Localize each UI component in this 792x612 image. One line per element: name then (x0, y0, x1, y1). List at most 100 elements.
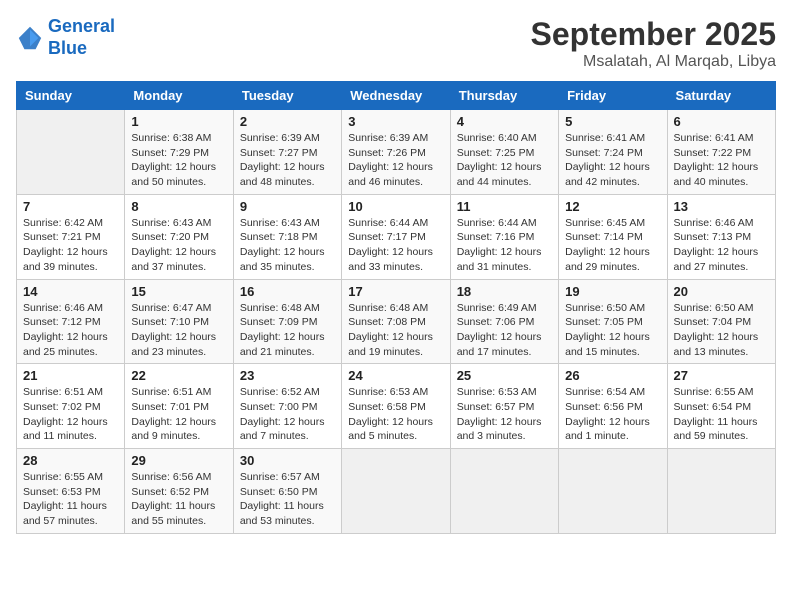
day-info: Sunrise: 6:50 AMSunset: 7:05 PMDaylight:… (565, 301, 660, 360)
day-number: 14 (23, 284, 118, 299)
day-cell: 30 Sunrise: 6:57 AMSunset: 6:50 PMDayligh… (233, 449, 341, 534)
day-number: 3 (348, 114, 443, 129)
day-cell: 5 Sunrise: 6:41 AMSunset: 7:24 PMDaylight… (559, 110, 667, 195)
day-info: Sunrise: 6:53 AMSunset: 6:57 PMDaylight:… (457, 385, 552, 444)
day-number: 29 (131, 453, 226, 468)
location: Msalatah, Al Marqab, Libya (531, 53, 776, 71)
day-info: Sunrise: 6:49 AMSunset: 7:06 PMDaylight:… (457, 301, 552, 360)
day-number: 7 (23, 199, 118, 214)
week-row-2: 7 Sunrise: 6:42 AMSunset: 7:21 PMDaylight… (17, 194, 776, 279)
week-row-1: 1 Sunrise: 6:38 AMSunset: 7:29 PMDaylight… (17, 110, 776, 195)
day-number: 8 (131, 199, 226, 214)
day-cell: 27 Sunrise: 6:55 AMSunset: 6:54 PMDayligh… (667, 364, 775, 449)
logo-text: General Blue (48, 16, 115, 59)
day-number: 23 (240, 368, 335, 383)
day-cell: 15 Sunrise: 6:47 AMSunset: 7:10 PMDayligh… (125, 279, 233, 364)
day-number: 5 (565, 114, 660, 129)
day-info: Sunrise: 6:53 AMSunset: 6:58 PMDaylight:… (348, 385, 443, 444)
header-cell-friday: Friday (559, 82, 667, 110)
day-info: Sunrise: 6:41 AMSunset: 7:24 PMDaylight:… (565, 131, 660, 190)
header-cell-tuesday: Tuesday (233, 82, 341, 110)
day-info: Sunrise: 6:51 AMSunset: 7:02 PMDaylight:… (23, 385, 118, 444)
day-cell: 23Sunrise: 6:52 AMSunset: 7:00 PMDayligh… (233, 364, 341, 449)
day-number: 16 (240, 284, 335, 299)
day-number: 9 (240, 199, 335, 214)
day-info: Sunrise: 6:57 AMSunset: 6:50 PMDaylight:… (240, 470, 335, 529)
day-info: Sunrise: 6:44 AMSunset: 7:17 PMDaylight:… (348, 216, 443, 275)
day-cell: 28 Sunrise: 6:55 AMSunset: 6:53 PMDayligh… (17, 449, 125, 534)
day-cell: 19 Sunrise: 6:50 AMSunset: 7:05 PMDayligh… (559, 279, 667, 364)
header-cell-wednesday: Wednesday (342, 82, 450, 110)
day-cell: 9 Sunrise: 6:43 AMSunset: 7:18 PMDaylight… (233, 194, 341, 279)
day-info: Sunrise: 6:44 AMSunset: 7:16 PMDaylight:… (457, 216, 552, 275)
day-number: 2 (240, 114, 335, 129)
day-number: 10 (348, 199, 443, 214)
day-cell: 14 Sunrise: 6:46 AMSunset: 7:12 PMDayligh… (17, 279, 125, 364)
title-block: September 2025 Msalatah, Al Marqab, Liby… (531, 16, 776, 71)
day-cell: 24 Sunrise: 6:53 AMSunset: 6:58 PMDayligh… (342, 364, 450, 449)
day-info: Sunrise: 6:39 AMSunset: 7:27 PMDaylight:… (240, 131, 335, 190)
day-info: Sunrise: 6:47 AMSunset: 7:10 PMDaylight:… (131, 301, 226, 360)
calendar-table: SundayMondayTuesdayWednesdayThursdayFrid… (16, 81, 776, 534)
day-cell: 20 Sunrise: 6:50 AMSunset: 7:04 PMDayligh… (667, 279, 775, 364)
day-number: 30 (240, 453, 335, 468)
day-number: 15 (131, 284, 226, 299)
day-cell: 10 Sunrise: 6:44 AMSunset: 7:17 PMDayligh… (342, 194, 450, 279)
day-number: 11 (457, 199, 552, 214)
day-number: 1 (131, 114, 226, 129)
day-number: 26 (565, 368, 660, 383)
day-number: 18 (457, 284, 552, 299)
day-cell: 1 Sunrise: 6:38 AMSunset: 7:29 PMDaylight… (125, 110, 233, 195)
day-number: 19 (565, 284, 660, 299)
day-cell (667, 449, 775, 534)
day-number: 21 (23, 368, 118, 383)
day-cell (342, 449, 450, 534)
day-cell: 21 Sunrise: 6:51 AMSunset: 7:02 PMDayligh… (17, 364, 125, 449)
day-cell: 11 Sunrise: 6:44 AMSunset: 7:16 PMDayligh… (450, 194, 558, 279)
header-cell-saturday: Saturday (667, 82, 775, 110)
day-cell: 8Sunrise: 6:43 AMSunset: 7:20 PMDaylight… (125, 194, 233, 279)
day-cell: 29 Sunrise: 6:56 AMSunset: 6:52 PMDayligh… (125, 449, 233, 534)
day-number: 28 (23, 453, 118, 468)
day-info: Sunrise: 6:55 AMSunset: 6:53 PMDaylight:… (23, 470, 118, 529)
day-number: 13 (674, 199, 769, 214)
day-cell (17, 110, 125, 195)
day-cell: 16 Sunrise: 6:48 AMSunset: 7:09 PMDayligh… (233, 279, 341, 364)
day-number: 25 (457, 368, 552, 383)
day-cell (559, 449, 667, 534)
page-header: General Blue September 2025 Msalatah, Al… (16, 16, 776, 71)
day-number: 12 (565, 199, 660, 214)
day-number: 20 (674, 284, 769, 299)
day-cell: 12Sunrise: 6:45 AMSunset: 7:14 PMDayligh… (559, 194, 667, 279)
header-cell-monday: Monday (125, 82, 233, 110)
day-cell (450, 449, 558, 534)
week-row-5: 28 Sunrise: 6:55 AMSunset: 6:53 PMDayligh… (17, 449, 776, 534)
month-title: September 2025 (531, 16, 776, 53)
day-number: 22 (131, 368, 226, 383)
day-info: Sunrise: 6:51 AMSunset: 7:01 PMDaylight:… (131, 385, 226, 444)
day-info: Sunrise: 6:54 AMSunset: 6:56 PMDaylight:… (565, 385, 660, 444)
day-number: 27 (674, 368, 769, 383)
day-cell: 26 Sunrise: 6:54 AMSunset: 6:56 PMDayligh… (559, 364, 667, 449)
day-cell: 3 Sunrise: 6:39 AMSunset: 7:26 PMDaylight… (342, 110, 450, 195)
day-number: 24 (348, 368, 443, 383)
day-info: Sunrise: 6:39 AMSunset: 7:26 PMDaylight:… (348, 131, 443, 190)
day-number: 17 (348, 284, 443, 299)
day-cell: 6 Sunrise: 6:41 AMSunset: 7:22 PMDaylight… (667, 110, 775, 195)
day-info: Sunrise: 6:42 AMSunset: 7:21 PMDaylight:… (23, 216, 118, 275)
day-info: Sunrise: 6:41 AMSunset: 7:22 PMDaylight:… (674, 131, 769, 190)
day-info: Sunrise: 6:50 AMSunset: 7:04 PMDaylight:… (674, 301, 769, 360)
day-info: Sunrise: 6:46 AMSunset: 7:12 PMDaylight:… (23, 301, 118, 360)
header-row: SundayMondayTuesdayWednesdayThursdayFrid… (17, 82, 776, 110)
day-cell: 4Sunrise: 6:40 AMSunset: 7:25 PMDaylight… (450, 110, 558, 195)
day-info: Sunrise: 6:38 AMSunset: 7:29 PMDaylight:… (131, 131, 226, 190)
logo-icon (16, 24, 44, 52)
header-cell-thursday: Thursday (450, 82, 558, 110)
day-info: Sunrise: 6:56 AMSunset: 6:52 PMDaylight:… (131, 470, 226, 529)
day-cell: 7 Sunrise: 6:42 AMSunset: 7:21 PMDaylight… (17, 194, 125, 279)
day-info: Sunrise: 6:48 AMSunset: 7:09 PMDaylight:… (240, 301, 335, 360)
day-info: Sunrise: 6:55 AMSunset: 6:54 PMDaylight:… (674, 385, 769, 444)
day-info: Sunrise: 6:43 AMSunset: 7:18 PMDaylight:… (240, 216, 335, 275)
day-number: 6 (674, 114, 769, 129)
day-info: Sunrise: 6:48 AMSunset: 7:08 PMDaylight:… (348, 301, 443, 360)
